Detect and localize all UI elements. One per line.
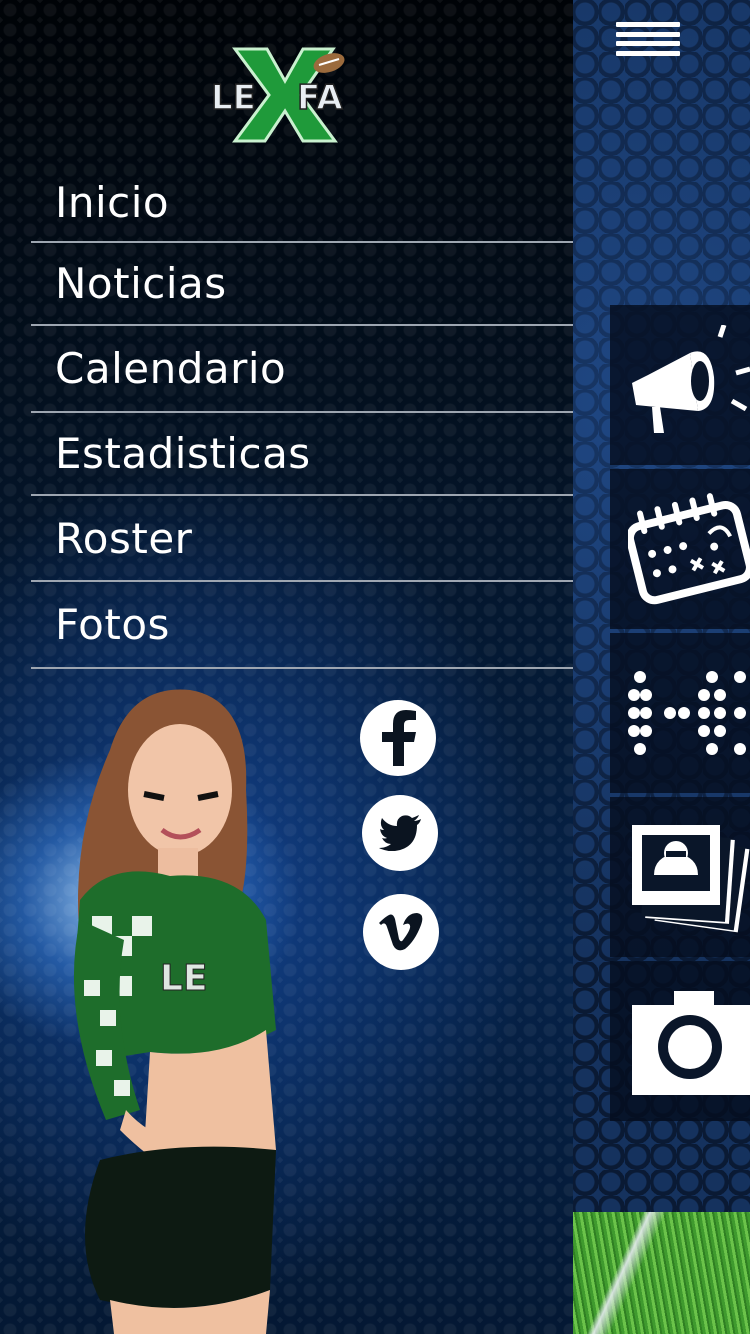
drawer-menu: Inicio Noticias Calendario Estadisticas … — [31, 164, 573, 669]
menu-item-label: Calendario — [55, 344, 287, 393]
tile-megaphone[interactable] — [610, 305, 750, 465]
menu-item-label: Estadisticas — [55, 429, 311, 478]
svg-text:FA: FA — [297, 78, 343, 118]
megaphone-icon — [632, 325, 750, 433]
stats-scoreboard-icon — [628, 671, 746, 755]
main-screen — [573, 0, 750, 1334]
facebook-icon — [382, 710, 416, 766]
menu-item-label: Roster — [55, 513, 193, 563]
menu-item-roster[interactable]: Roster — [31, 496, 573, 582]
hamburger-icon[interactable] — [616, 22, 680, 56]
tile-photos[interactable] — [610, 961, 750, 1121]
side-drawer: LE FA Inicio Noticias Calendario Estadis… — [0, 0, 573, 1334]
vimeo-button[interactable] — [363, 894, 439, 970]
menu-item-noticias[interactable]: Noticias — [31, 243, 573, 326]
twitter-icon — [379, 815, 421, 851]
grass-image — [573, 1212, 750, 1334]
camera-icon — [632, 991, 750, 1095]
menu-item-inicio[interactable]: Inicio — [31, 164, 573, 243]
tile-stats[interactable] — [610, 633, 750, 793]
cheerleader-image: LE — [73, 689, 276, 1334]
tile-roster[interactable] — [610, 797, 750, 957]
svg-text:LE: LE — [160, 958, 208, 999]
twitter-button[interactable] — [362, 795, 438, 871]
roster-photos-icon — [632, 825, 750, 933]
menu-item-estadisticas[interactable]: Estadisticas — [31, 413, 573, 496]
menu-item-fotos[interactable]: Fotos — [31, 582, 573, 669]
menu-item-label: Inicio — [55, 178, 170, 227]
vimeo-icon — [379, 913, 423, 951]
menu-item-label: Noticias — [55, 259, 227, 308]
lexfa-logo: LE FA — [210, 47, 345, 143]
tile-calendar[interactable] — [610, 469, 750, 629]
calendar-playbook-icon — [628, 493, 750, 605]
facebook-button[interactable] — [360, 700, 436, 776]
menu-item-label: Fotos — [55, 600, 170, 649]
svg-text:LE: LE — [211, 78, 256, 118]
menu-item-calendario[interactable]: Calendario — [31, 326, 573, 413]
